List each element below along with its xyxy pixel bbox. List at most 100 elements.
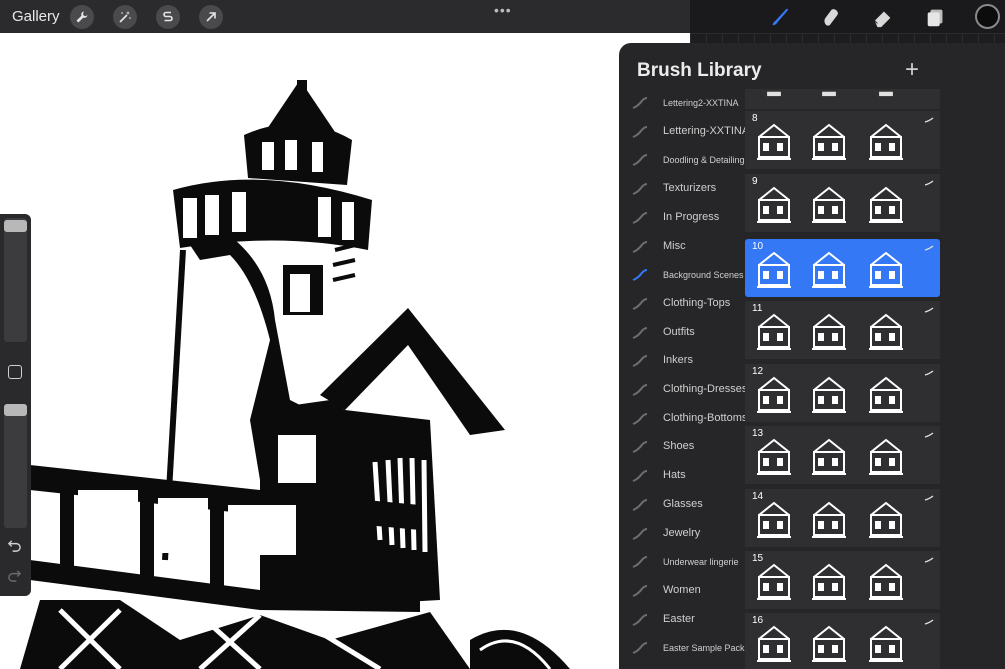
- panel-title: Brush Library: [637, 60, 762, 81]
- brush-library-panel: Brush Library + Lettering2-XXTINA Letteri…: [619, 43, 1005, 669]
- brush-set-item[interactable]: Women: [619, 577, 747, 605]
- brush-stamp-thumbnail: [757, 625, 791, 662]
- brush-stroke-icon: [632, 355, 648, 368]
- gallery-button[interactable]: Gallery: [12, 8, 60, 25]
- brush-set-item[interactable]: Easter: [619, 606, 747, 634]
- brush-stroke-icon: [632, 498, 648, 511]
- brush-set-label: Lettering2-XXTINA: [663, 98, 739, 108]
- brush-item[interactable]: 8: [745, 111, 940, 169]
- brush-stroke-icon: [632, 297, 648, 310]
- brush-item[interactable]: 14: [745, 489, 940, 547]
- brush-stamp-thumbnail: [757, 501, 791, 538]
- brush-size-knob[interactable]: [4, 220, 27, 232]
- brush-set-item[interactable]: Shoes: [619, 433, 747, 461]
- brush-stamp-thumbnail: [869, 251, 903, 288]
- brush-item[interactable]: 10: [745, 239, 940, 297]
- more-options-icon[interactable]: •••: [494, 2, 512, 18]
- brush-set-item[interactable]: Misc: [619, 233, 747, 261]
- brush-set-label: Clothing-Tops: [663, 296, 731, 309]
- brush-stamp-thumbnail: [812, 313, 846, 350]
- brush-item[interactable]: 9: [745, 174, 940, 232]
- brush-icon[interactable]: [768, 4, 794, 30]
- brush-stamp-thumbnail: [812, 251, 846, 288]
- brush-set-item[interactable]: Doodling & Detailing: [619, 146, 747, 174]
- opacity-slider[interactable]: [4, 404, 27, 528]
- brush-stamp-thumbnail: [757, 563, 791, 600]
- brush-stamp-thumbnail: [757, 186, 791, 223]
- brush-set-item[interactable]: Lettering-XXTINA: [619, 118, 750, 146]
- brush-stroke-icon: [632, 240, 648, 253]
- lighthouse-artwork: [20, 80, 570, 669]
- brush-item[interactable]: [745, 89, 940, 109]
- brush-set-item[interactable]: Inkers: [619, 347, 747, 375]
- square-icon[interactable]: [8, 365, 22, 379]
- brush-stamp-thumbnail: [869, 625, 903, 662]
- redo-icon[interactable]: [7, 568, 22, 586]
- brush-set-label: Misc: [663, 239, 686, 252]
- top-toolbar: Gallery •••: [0, 0, 1005, 33]
- smudge-icon[interactable]: [818, 4, 844, 30]
- brush-set-item[interactable]: Background Scenes: [619, 261, 747, 289]
- brush-stamp-thumbnail: [812, 438, 846, 475]
- brush-stroke-preview-icon: [924, 495, 934, 501]
- brush-set-label: Lettering-XXTINA: [663, 124, 750, 137]
- brush-stamp-thumbnail: [869, 438, 903, 475]
- magic-wand-icon[interactable]: [113, 5, 137, 29]
- brush-item[interactable]: 11: [745, 301, 940, 359]
- brush-set-item[interactable]: Easter Sample Pack: [619, 634, 747, 662]
- brush-stamp-thumbnail: [757, 438, 791, 475]
- brush-set-item[interactable]: Jewelry: [619, 520, 747, 548]
- brush-item[interactable]: 13: [745, 426, 940, 484]
- brush-set-label: Clothing-Bottoms: [663, 411, 748, 424]
- brush-item[interactable]: 15: [745, 551, 940, 609]
- eraser-icon[interactable]: [870, 4, 896, 30]
- brush-stamp-thumbnail: [869, 501, 903, 538]
- add-brush-set-button[interactable]: +: [905, 56, 919, 84]
- brush-set-item[interactable]: In Progress: [619, 204, 747, 232]
- brush-set-label: Underwear lingerie: [663, 557, 739, 568]
- brush-stroke-icon: [632, 556, 648, 569]
- brush-stroke-icon: [632, 326, 648, 339]
- brush-stroke-preview-icon: [924, 370, 934, 376]
- brush-stamp-thumbnail: [757, 376, 791, 413]
- selection-icon[interactable]: [156, 5, 180, 29]
- brush-set-item[interactable]: Clothing-Dresses: [619, 376, 747, 404]
- brush-stroke-icon: [632, 97, 648, 109]
- brush-item[interactable]: 16: [745, 613, 940, 669]
- brush-item[interactable]: 12: [745, 364, 940, 422]
- brush-set-label: Inkers: [663, 354, 693, 367]
- brush-set-label: Outfits: [663, 325, 695, 338]
- brush-stamp-thumbnail: [869, 123, 903, 160]
- brush-set-item[interactable]: Glasses: [619, 491, 747, 519]
- brush-stamp-thumbnail: [757, 251, 791, 288]
- brush-set-item[interactable]: Texturizers: [619, 175, 747, 203]
- brush-stroke-preview-icon: [924, 117, 934, 123]
- brush-stamp-thumbnail: [869, 563, 903, 600]
- brush-stroke-icon: [632, 527, 648, 540]
- brush-set-label: Women: [663, 583, 701, 596]
- left-sidebar: [0, 214, 31, 596]
- brush-set-item[interactable]: Outfits: [619, 319, 747, 347]
- brush-set-item[interactable]: Clothing-Bottoms: [619, 405, 747, 433]
- color-picker-button[interactable]: [975, 4, 1000, 29]
- brush-stamp-thumbnail: [822, 91, 836, 97]
- brush-stamp-thumbnail: [757, 123, 791, 160]
- brush-set-item[interactable]: Lettering2-XXTINA: [619, 89, 747, 117]
- undo-icon[interactable]: [7, 538, 22, 556]
- brush-stamp-thumbnail: [812, 563, 846, 600]
- brush-stroke-icon: [632, 384, 648, 396]
- brush-set-item[interactable]: Clothing-Tops: [619, 290, 747, 318]
- brush-stroke-icon: [632, 470, 648, 483]
- brush-stroke-icon: [632, 412, 648, 425]
- brush-size-slider[interactable]: [4, 218, 27, 342]
- brush-set-item[interactable]: Hats: [619, 462, 747, 490]
- drawing-canvas[interactable]: [0, 33, 690, 669]
- brush-stamp-thumbnail: [869, 313, 903, 350]
- opacity-knob[interactable]: [4, 404, 27, 416]
- layers-icon[interactable]: [923, 4, 949, 30]
- brush-stroke-icon: [632, 441, 648, 454]
- brush-stroke-preview-icon: [924, 307, 934, 313]
- brush-set-item[interactable]: Underwear lingerie: [619, 548, 747, 576]
- wrench-icon[interactable]: [70, 5, 94, 29]
- transform-arrow-icon[interactable]: [199, 5, 223, 29]
